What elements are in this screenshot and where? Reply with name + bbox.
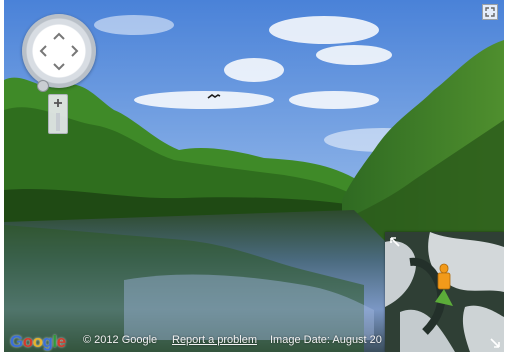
copyright-text: © 2012 Google (83, 334, 158, 346)
fullscreen-icon (485, 7, 495, 17)
pegman-icon[interactable] (433, 262, 455, 308)
zoom-in-button[interactable] (49, 95, 67, 111)
chevron-down-icon (53, 63, 65, 71)
plus-icon (54, 99, 62, 107)
image-date-text: Image Date: August 20 (270, 334, 382, 346)
pan-left-button[interactable] (37, 45, 49, 57)
pan-down-button[interactable] (53, 61, 65, 73)
logo-letter: o (32, 332, 43, 351)
report-problem-link[interactable]: Report a problem (172, 334, 257, 346)
expand-arrow-icon[interactable] (389, 236, 401, 248)
resize-arrow-icon[interactable] (489, 337, 501, 349)
chevron-right-icon (71, 45, 79, 57)
logo-letter: g (42, 332, 53, 351)
chevron-left-icon (39, 45, 47, 57)
zoom-slider-track[interactable] (56, 113, 60, 131)
pan-right-button[interactable] (69, 45, 81, 57)
overview-minimap[interactable] (385, 232, 504, 352)
logo-letter: o (22, 332, 33, 351)
zoom-control[interactable] (48, 94, 68, 134)
footer-bar: Google © 2012 Google Report a problem Im… (4, 330, 384, 352)
google-logo[interactable]: Google (10, 332, 66, 352)
street-view-panorama[interactable]: Google © 2012 Google Report a problem Im… (4, 0, 504, 352)
logo-letter: e (56, 332, 66, 351)
compass-marker-icon[interactable] (37, 80, 49, 92)
pan-control[interactable] (22, 14, 96, 88)
logo-letter: G (10, 332, 23, 351)
fullscreen-button[interactable] (482, 4, 498, 20)
chevron-up-icon (53, 32, 65, 40)
pan-up-button[interactable] (53, 30, 65, 42)
